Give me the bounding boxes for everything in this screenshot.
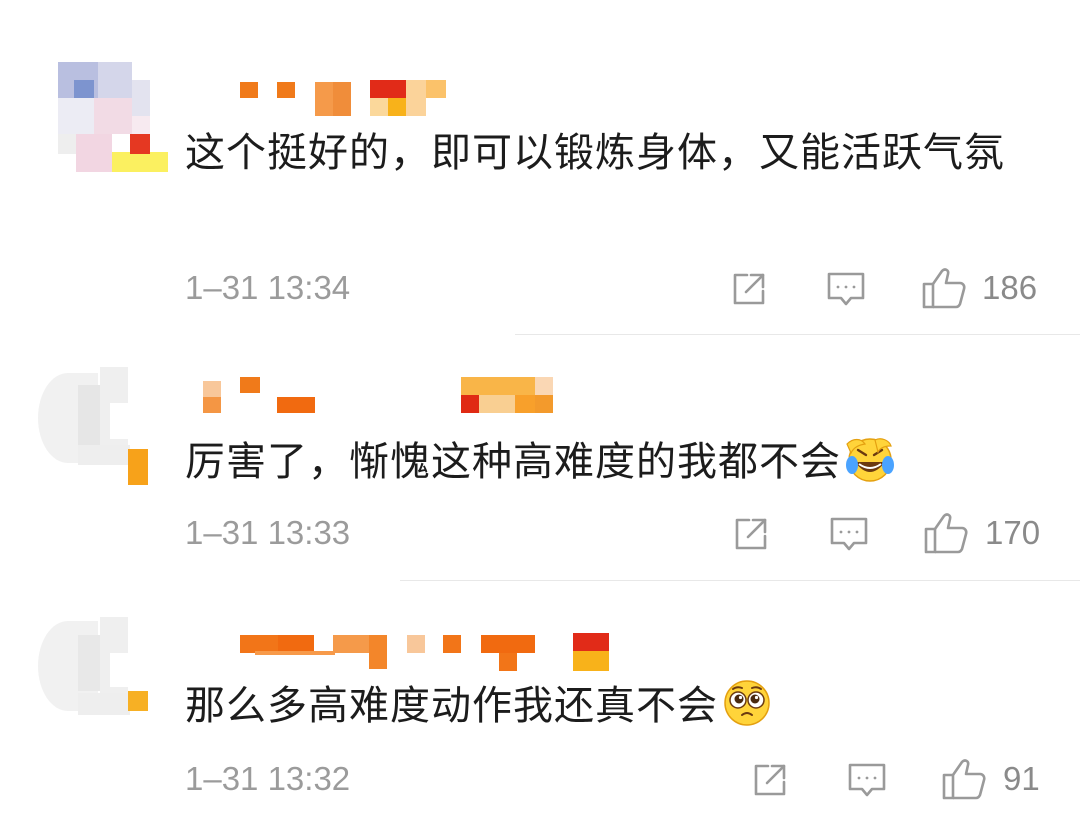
username-masked[interactable]	[185, 631, 609, 671]
username-masked[interactable]	[185, 78, 605, 118]
like-count: 170	[985, 514, 1041, 551]
share-icon[interactable]	[730, 513, 772, 555]
comment-text: 厉害了，惭愧这种高难度的我都不会	[185, 433, 1045, 491]
avatar[interactable]	[38, 365, 150, 485]
pleading-face-emoji-icon	[722, 678, 772, 728]
like-count: 186	[982, 269, 1038, 306]
comment-meta: 1–31 13:34 186	[185, 266, 1045, 310]
laughing-crying-emoji-icon	[845, 434, 895, 484]
thumbs-up-icon[interactable]	[923, 511, 969, 555]
thumbs-up-icon[interactable]	[921, 266, 967, 310]
avatar[interactable]	[58, 62, 168, 174]
comment-item: 这个挺好的，即可以锻炼身体，又能活跃气氛 1–31 13:34 186	[0, 0, 1080, 335]
comment-icon[interactable]	[825, 268, 867, 310]
comment-text: 这个挺好的，即可以锻炼身体，又能活跃气氛	[185, 130, 1005, 176]
avatar[interactable]	[38, 617, 150, 727]
comment-meta: 1–31 13:33 170	[185, 511, 1045, 555]
share-icon[interactable]	[749, 759, 791, 801]
comment-text: 那么多高难度动作我还真不会	[185, 677, 1045, 735]
comment-text-content: 厉害了，惭愧这种高难度的我都不会	[185, 439, 841, 485]
comment-item: 厉害了，惭愧这种高难度的我都不会 1–31 13:33 170	[0, 335, 1080, 581]
comment-meta: 1–31 13:32 91	[185, 757, 1045, 801]
comment-item: 那么多高难度动作我还真不会 1–31 13:32 91	[0, 581, 1080, 833]
comment-text-content: 那么多高难度动作我还真不会	[185, 683, 718, 729]
comment-time: 1–31 13:32	[185, 760, 351, 797]
thumbs-up-icon[interactable]	[941, 757, 987, 801]
comment-time: 1–31 13:34	[185, 269, 351, 306]
comment-icon[interactable]	[828, 513, 870, 555]
comment-time: 1–31 13:33	[185, 514, 351, 551]
share-icon[interactable]	[728, 268, 770, 310]
username-masked[interactable]	[185, 375, 605, 415]
like-count: 91	[1003, 760, 1040, 797]
comment-icon[interactable]	[846, 759, 888, 801]
